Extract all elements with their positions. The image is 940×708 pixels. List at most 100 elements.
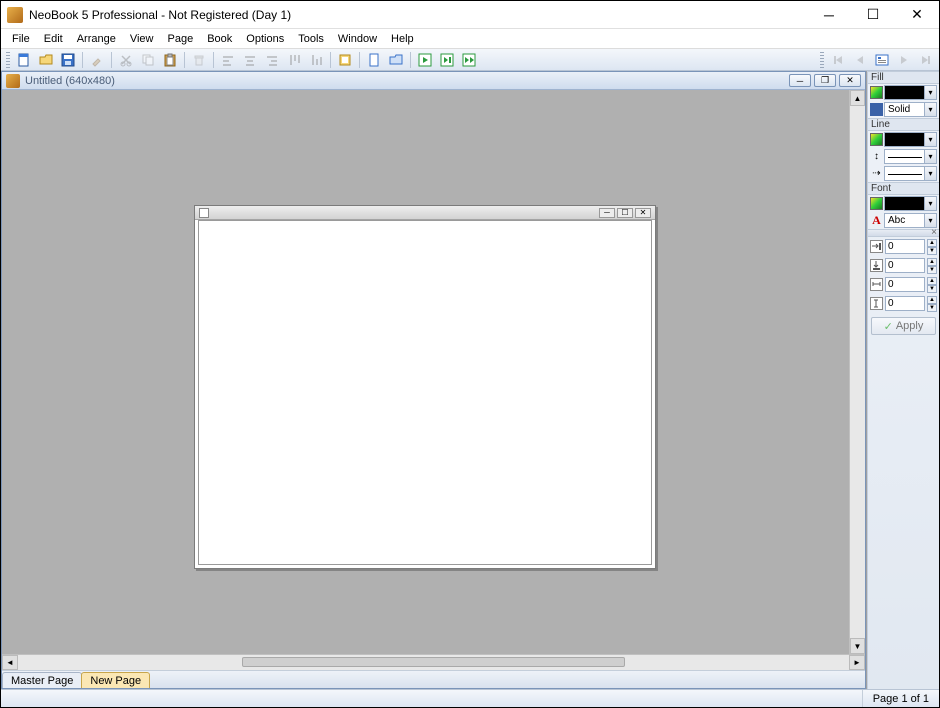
height-input[interactable]: 0 [885, 296, 925, 311]
run-page-icon[interactable] [437, 50, 457, 70]
menu-window[interactable]: Window [331, 31, 384, 47]
scroll-down-icon[interactable]: ▼ [850, 638, 865, 654]
delete-icon [189, 50, 209, 70]
fill-header: Fill [868, 71, 939, 84]
pos-y-spinner[interactable]: ▲▼ [927, 258, 937, 273]
scroll-left-icon[interactable]: ◄ [2, 655, 18, 670]
run-icon[interactable] [415, 50, 435, 70]
line-width-icon: ↕ [870, 150, 883, 163]
line-end-combo[interactable]: ▾ [884, 166, 937, 181]
doc-close-button[interactable]: ✕ [839, 74, 861, 87]
menu-bar: File Edit Arrange View Page Book Options… [1, 29, 939, 49]
vertical-scrollbar[interactable]: ▲ ▼ [849, 90, 865, 654]
scroll-thumb[interactable] [242, 657, 624, 667]
pos-y-icon [870, 259, 883, 272]
page-preview-icon [199, 208, 209, 218]
paste-icon[interactable] [160, 50, 180, 70]
line-end-icon: ⇢ [870, 167, 883, 180]
apply-button[interactable]: ✓Apply [871, 317, 936, 335]
page-preview-close[interactable]: ✕ [635, 208, 651, 218]
save-icon[interactable] [58, 50, 78, 70]
line-header: Line [868, 118, 939, 131]
app-icon [7, 7, 23, 23]
font-color-swatch[interactable] [870, 197, 883, 210]
open-icon[interactable] [36, 50, 56, 70]
menu-tools[interactable]: Tools [291, 31, 331, 47]
copy-icon [138, 50, 158, 70]
canvas[interactable]: ─ ☐ ✕ ▲ ▼ [2, 90, 865, 654]
nav-grip[interactable] [820, 52, 824, 68]
apply-label: Apply [896, 320, 924, 332]
panel-separator[interactable] [868, 229, 939, 237]
document-header: Untitled (640x480) ─ ❐ ✕ [2, 72, 865, 90]
font-header: Font [868, 182, 939, 195]
line-width-combo[interactable]: ▾ [884, 149, 937, 164]
menu-page[interactable]: Page [161, 31, 201, 47]
page-open-icon[interactable] [386, 50, 406, 70]
book-props-icon[interactable] [335, 50, 355, 70]
nav-first-icon [828, 50, 848, 70]
document-window: Untitled (640x480) ─ ❐ ✕ ─ ☐ [1, 71, 866, 689]
scroll-track[interactable] [18, 655, 849, 670]
page-new-icon[interactable] [364, 50, 384, 70]
fill-color-swatch[interactable] [870, 86, 883, 99]
work-area: Untitled (640x480) ─ ❐ ✕ ─ ☐ [1, 71, 867, 689]
height-icon [870, 297, 883, 310]
nav-goto-icon[interactable] [872, 50, 892, 70]
document-title: Untitled (640x480) [25, 75, 789, 87]
maximize-button[interactable]: ☐ [851, 1, 895, 28]
nav-next-icon [894, 50, 914, 70]
window-buttons: ─ ☐ ✕ [807, 1, 939, 28]
page-preview-min[interactable]: ─ [599, 208, 615, 218]
side-panel: Fill ▾ Solid▾ Line ▾ ↕ ▾ ⇢ ▾ Font [867, 71, 939, 689]
font-combo[interactable]: Abc▾ [884, 213, 937, 228]
width-input[interactable]: 0 [885, 277, 925, 292]
status-page: Page 1 of 1 [862, 690, 939, 707]
scroll-up-icon[interactable]: ▲ [850, 90, 865, 106]
fill-color-combo[interactable]: ▾ [884, 85, 937, 100]
fill-style-value: Solid [888, 104, 910, 115]
window-title: NeoBook 5 Professional - Not Registered … [29, 8, 807, 22]
font-sample: Abc [888, 215, 905, 226]
width-icon [870, 278, 883, 291]
cut-icon [116, 50, 136, 70]
doc-minimize-button[interactable]: ─ [789, 74, 811, 87]
close-button[interactable]: ✕ [895, 1, 939, 28]
minimize-button[interactable]: ─ [807, 1, 851, 28]
font-icon: A [870, 214, 883, 227]
horizontal-scrollbar[interactable]: ◄ ► [2, 654, 865, 670]
width-spinner[interactable]: ▲▼ [927, 277, 937, 292]
pos-x-icon [870, 240, 883, 253]
pos-y-input[interactable]: 0 [885, 258, 925, 273]
page-preview-window[interactable]: ─ ☐ ✕ [194, 205, 656, 569]
height-spinner[interactable]: ▲▼ [927, 296, 937, 311]
pos-x-input[interactable]: 0 [885, 239, 925, 254]
line-color-combo[interactable]: ▾ [884, 132, 937, 147]
line-color-swatch[interactable] [870, 133, 883, 146]
scroll-right-icon[interactable]: ► [849, 655, 865, 670]
menu-view[interactable]: View [123, 31, 161, 47]
font-color-combo[interactable]: ▾ [884, 196, 937, 211]
status-bar: Page 1 of 1 [1, 689, 939, 707]
doc-restore-button[interactable]: ❐ [814, 74, 836, 87]
menu-edit[interactable]: Edit [37, 31, 70, 47]
nav-last-icon [916, 50, 936, 70]
pos-x-spinner[interactable]: ▲▼ [927, 239, 937, 254]
run-from-icon[interactable] [459, 50, 479, 70]
page-preview-header[interactable]: ─ ☐ ✕ [195, 206, 655, 220]
menu-book[interactable]: Book [200, 31, 239, 47]
align-right-icon [262, 50, 282, 70]
nav-prev-icon [850, 50, 870, 70]
tab-new-page[interactable]: New Page [81, 672, 150, 688]
menu-file[interactable]: File [5, 31, 37, 47]
toolbar-grip[interactable] [6, 52, 10, 68]
tab-master-page[interactable]: Master Page [2, 672, 82, 688]
page-preview-max[interactable]: ☐ [617, 208, 633, 218]
new-icon[interactable] [14, 50, 34, 70]
page-preview-body[interactable] [198, 220, 652, 565]
check-icon: ✓ [884, 320, 893, 333]
menu-help[interactable]: Help [384, 31, 421, 47]
menu-arrange[interactable]: Arrange [70, 31, 123, 47]
menu-options[interactable]: Options [239, 31, 291, 47]
fill-style-combo[interactable]: Solid▾ [884, 102, 937, 117]
